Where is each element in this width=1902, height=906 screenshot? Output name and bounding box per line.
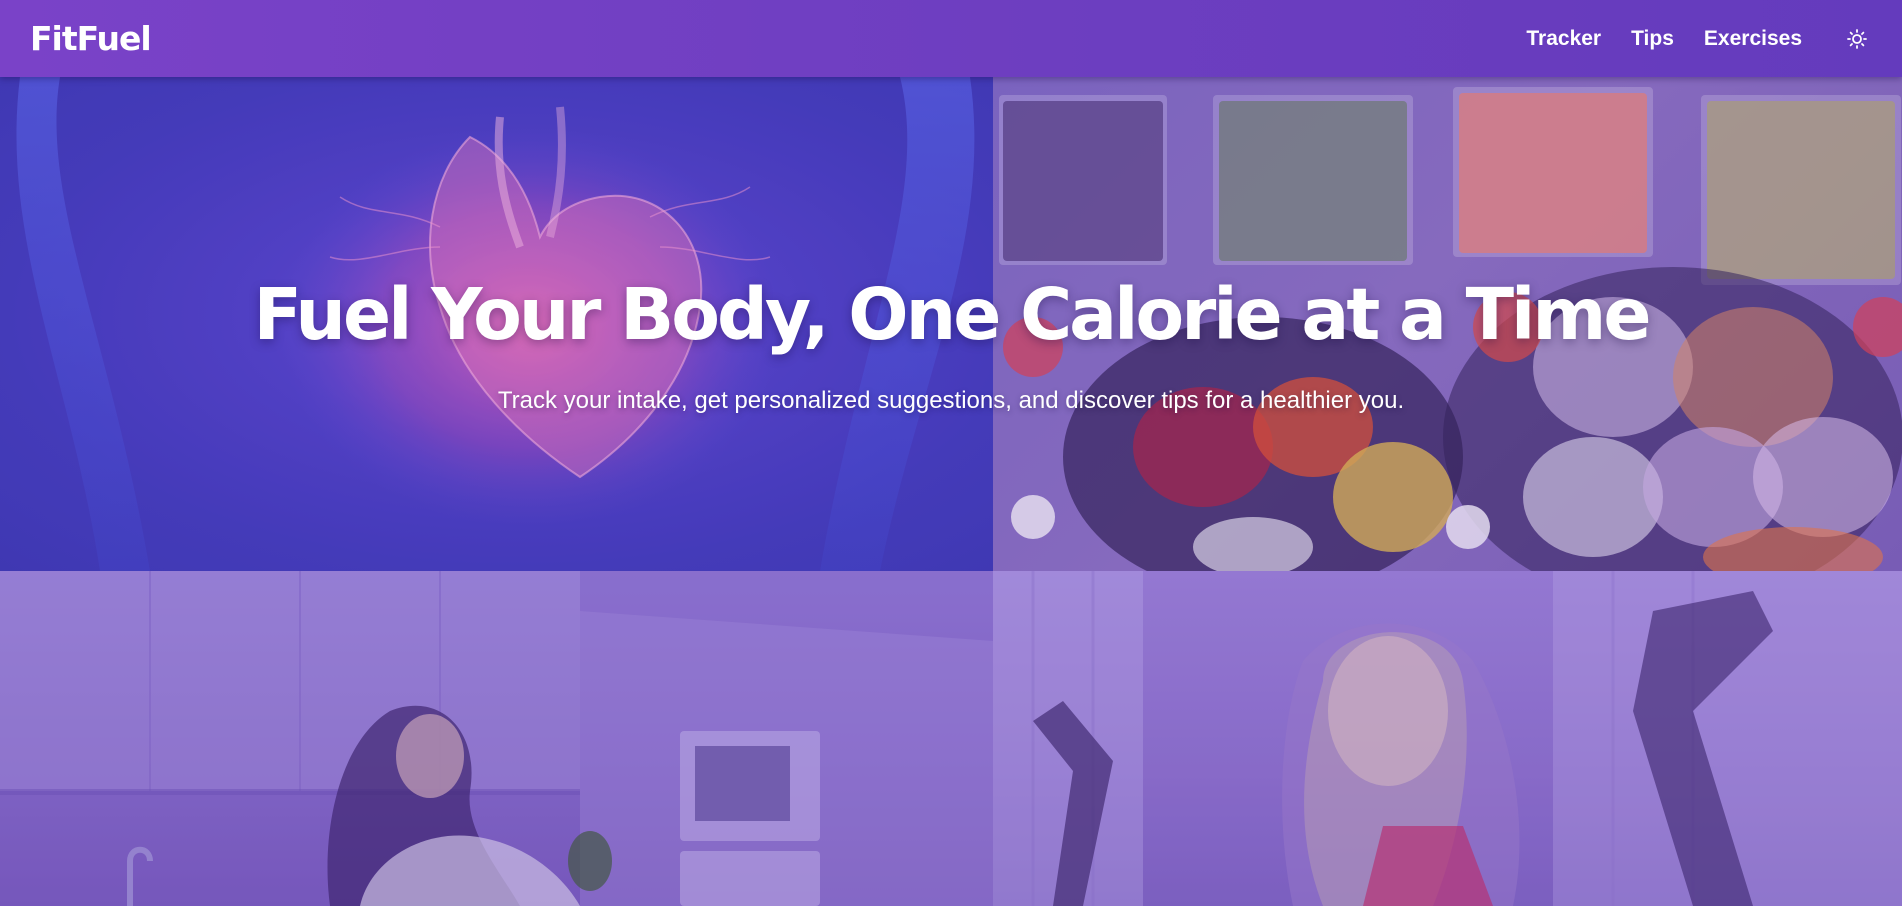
- nav-links: Tracker Tips Exercises: [1496, 24, 1872, 54]
- hero-content: Fuel Your Body, One Calorie at a Time Tr…: [0, 77, 1902, 571]
- hero-title: Fuel Your Body, One Calorie at a Time: [253, 273, 1651, 356]
- sun-icon: [1847, 28, 1867, 49]
- hero-section: Fuel Your Body, One Calorie at a Time Tr…: [0, 77, 1902, 906]
- theme-toggle-button[interactable]: [1842, 24, 1872, 54]
- hero-subtitle: Track your intake, get personalized sugg…: [497, 387, 1405, 414]
- nav-link-tips[interactable]: Tips: [1631, 27, 1674, 51]
- nav-link-exercises[interactable]: Exercises: [1704, 27, 1802, 51]
- navbar: FitFuel Tracker Tips Exercises: [0, 0, 1902, 77]
- logo[interactable]: FitFuel: [30, 19, 152, 58]
- nav-link-tracker[interactable]: Tracker: [1526, 27, 1601, 51]
